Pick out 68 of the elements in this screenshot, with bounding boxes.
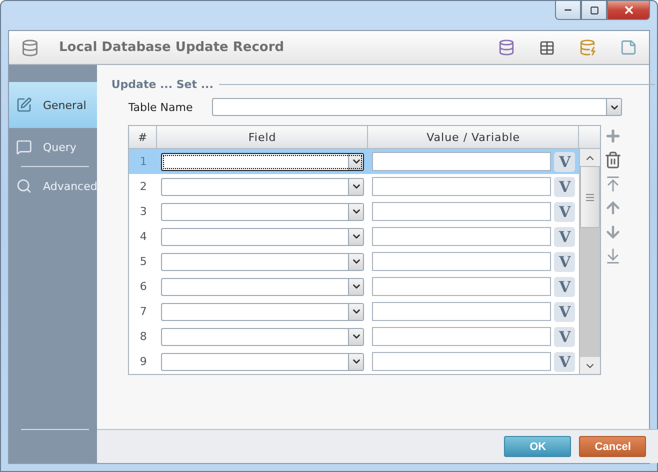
sidebar-tab[interactable]: Advanced — [9, 167, 98, 205]
variable-button[interactable]: V — [554, 326, 576, 346]
row-number: 8 — [138, 330, 148, 343]
dialog-title: Local Database Update Record — [59, 40, 286, 55]
field-dropdown[interactable] — [161, 178, 364, 196]
table-name-dropdown[interactable] — [212, 98, 622, 116]
delete-icon[interactable] — [604, 151, 622, 169]
variable-button[interactable]: V — [554, 152, 576, 172]
row-number: 7 — [138, 305, 148, 318]
field-dropdown[interactable] — [161, 152, 364, 170]
column-header: # — [129, 126, 158, 149]
row-number: 9 — [138, 355, 148, 368]
variable-button[interactable]: V — [554, 302, 576, 322]
column-header: Field — [157, 126, 368, 149]
grip-icon — [586, 194, 594, 200]
field-dropdown[interactable] — [161, 228, 364, 246]
value-input[interactable] — [372, 227, 552, 246]
field-dropdown[interactable] — [161, 202, 364, 220]
maximize-button[interactable] — [581, 1, 607, 20]
search-icon — [16, 178, 32, 194]
value-input[interactable] — [372, 277, 552, 296]
field-dropdown[interactable] — [161, 328, 364, 346]
variable-button[interactable]: V — [554, 202, 576, 222]
edit-icon — [16, 97, 32, 113]
variable-button[interactable]: V — [554, 252, 576, 272]
row-number: 6 — [138, 280, 148, 293]
variable-button[interactable]: V — [554, 276, 576, 296]
variable-button[interactable]: V — [554, 226, 576, 246]
section-title: Update ... Set ... — [111, 78, 214, 91]
field-dropdown[interactable] — [161, 278, 364, 296]
database-lightning-icon[interactable] — [579, 39, 596, 56]
value-input[interactable] — [372, 302, 552, 321]
query-icon — [16, 139, 32, 155]
row-number: 4 — [138, 230, 148, 243]
sidebar-tab[interactable]: General — [9, 82, 98, 128]
close-icon — [622, 4, 634, 16]
table-icon[interactable] — [539, 40, 555, 56]
field-dropdown[interactable] — [161, 352, 364, 370]
move-up-icon[interactable] — [604, 199, 622, 217]
field-dropdown[interactable] — [161, 302, 364, 320]
table-row[interactable]: 1 V — [129, 149, 580, 174]
column-header: Value / Variable — [368, 126, 580, 149]
value-input[interactable] — [372, 327, 552, 346]
row-number: 2 — [138, 180, 148, 193]
variable-button[interactable]: V — [554, 176, 576, 196]
cancel-button[interactable]: Cancel — [579, 436, 646, 457]
sidebar-tab[interactable]: Query — [9, 128, 98, 166]
table-name-label: Table Name — [128, 100, 194, 114]
ok-button[interactable]: OK — [504, 436, 572, 457]
value-input[interactable] — [372, 152, 552, 171]
minimize-button[interactable] — [555, 1, 581, 20]
add-icon[interactable] — [604, 127, 622, 145]
value-input[interactable] — [372, 352, 552, 371]
row-number: 1 — [138, 155, 148, 168]
move-down-icon[interactable] — [604, 223, 622, 241]
close-button[interactable] — [607, 1, 650, 20]
note-icon[interactable] — [620, 39, 637, 56]
database-icon — [21, 38, 39, 56]
value-input[interactable] — [372, 177, 552, 196]
value-input[interactable] — [372, 202, 552, 221]
field-dropdown[interactable] — [161, 252, 364, 270]
value-input[interactable] — [372, 252, 552, 271]
row-number: 3 — [138, 205, 148, 218]
maximize-icon — [590, 6, 598, 14]
scrollbar[interactable] — [579, 149, 600, 374]
database-icon[interactable] — [498, 39, 515, 56]
row-number: 5 — [138, 255, 148, 268]
variable-button[interactable]: V — [554, 352, 576, 372]
